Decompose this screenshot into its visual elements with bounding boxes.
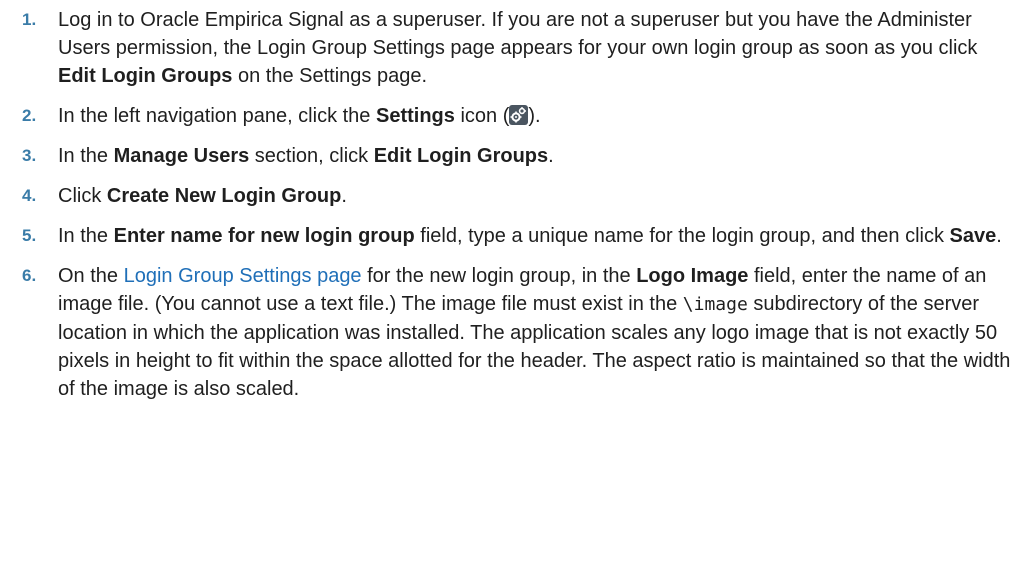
step-number: 4.	[22, 186, 37, 205]
settings-gear-icon	[509, 105, 529, 125]
step-4: 4. Click Create New Login Group.	[0, 182, 1032, 210]
step-text: section, click	[249, 145, 374, 167]
ui-term-edit-login-groups: Edit Login Groups	[373, 145, 549, 167]
ui-term-settings: Settings	[375, 105, 455, 127]
step-number: 6.	[22, 266, 37, 285]
step-text: Log in to Oracle Empirica Signal as a su…	[58, 9, 978, 59]
step-text: In the	[58, 145, 114, 167]
step-text: .	[996, 225, 1002, 247]
ui-term-manage-users: Manage Users	[113, 145, 250, 167]
step-number: 5.	[22, 226, 37, 245]
ui-term-create-new-login-group: Create New Login Group	[106, 185, 342, 207]
step-1: 1. Log in to Oracle Empirica Signal as a…	[0, 6, 1032, 90]
step-text: .	[548, 145, 554, 167]
ui-term-logo-image: Logo Image	[636, 265, 749, 287]
step-2: 2. In the left navigation pane, click th…	[0, 102, 1032, 130]
step-text: for the new login group, in the	[361, 265, 637, 287]
step-text: on the Settings page.	[232, 65, 428, 87]
step-3: 3. In the Manage Users section, click Ed…	[0, 142, 1032, 170]
step-text: field, type a unique name for the login …	[414, 225, 950, 247]
image-directory-code: \image	[682, 294, 748, 315]
login-group-settings-link[interactable]: Login Group Settings page	[124, 265, 362, 287]
ui-term-save: Save	[949, 225, 997, 247]
step-text: Click	[58, 185, 107, 207]
procedure-steps: 1. Log in to Oracle Empirica Signal as a…	[0, 0, 1032, 403]
step-text: ).	[528, 105, 541, 127]
step-number: 1.	[22, 10, 37, 29]
step-number: 2.	[22, 106, 37, 125]
step-6: 6. On the Login Group Settings page for …	[0, 262, 1032, 403]
step-text: .	[341, 185, 347, 207]
step-number: 3.	[22, 146, 37, 165]
ui-term-enter-name-field: Enter name for new login group	[113, 225, 415, 247]
step-text: In the left navigation pane, click the	[58, 105, 376, 127]
step-text: On the	[58, 265, 124, 287]
ui-term-edit-login-groups: Edit Login Groups	[58, 65, 233, 87]
step-text: icon (	[454, 105, 510, 127]
step-5: 5. In the Enter name for new login group…	[0, 222, 1032, 250]
step-text: In the	[58, 225, 114, 247]
